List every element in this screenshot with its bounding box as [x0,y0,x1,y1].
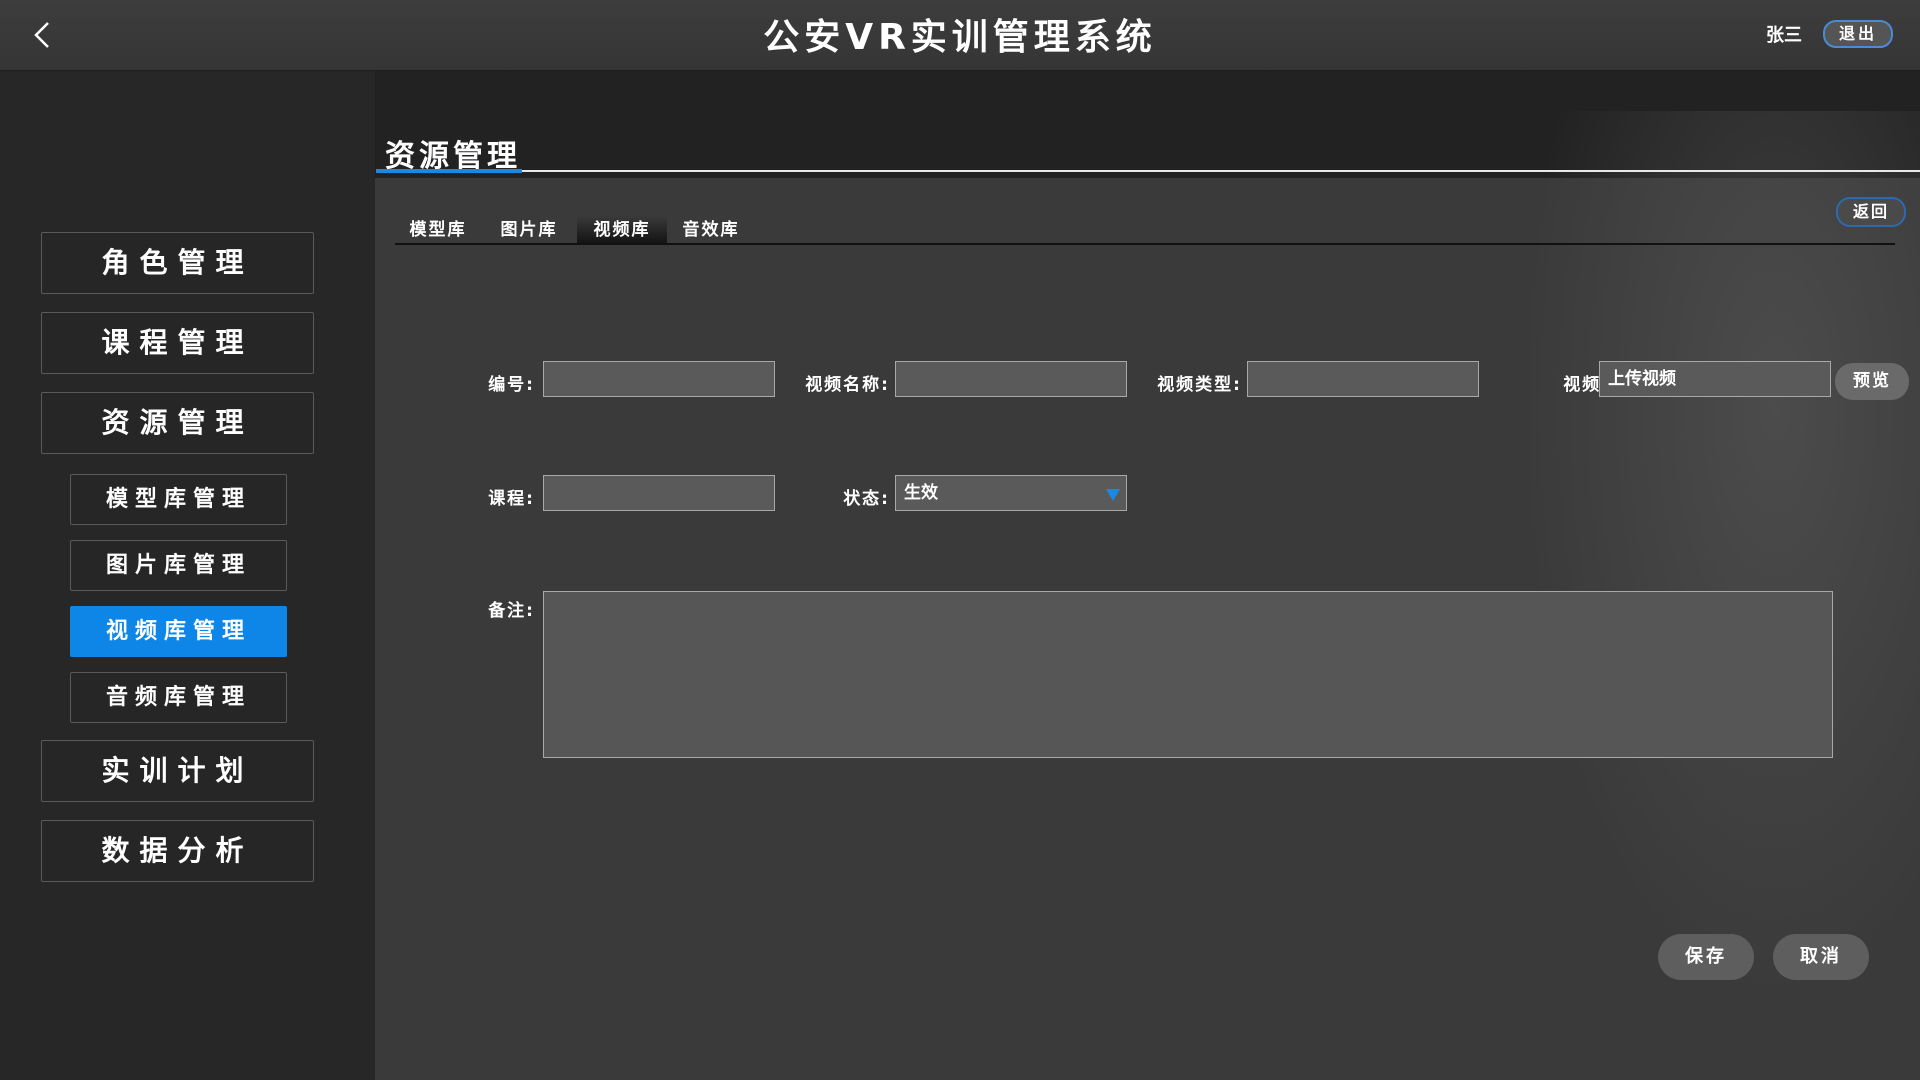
main-content: 资源管理 返回 模型库 图片库 视频库 音效库 编号: 视频名称: 视频类型: … [375,71,1920,1080]
tab-video-library[interactable]: 视频库 [577,216,667,245]
tabs-divider [395,243,1895,245]
video-upload-field[interactable]: 上传视频 [1599,361,1831,397]
menu-data-analysis[interactable]: 数据分析 [41,820,314,882]
submenu-audio-library[interactable]: 音频库管理 [70,672,287,723]
cancel-button[interactable]: 取消 [1773,934,1869,980]
tab-model-library[interactable]: 模型库 [395,216,481,245]
top-bar: 公安VR实训管理系统 张三 退出 [0,0,1920,71]
video-name-label: 视频名称: [805,375,890,395]
dropdown-arrow-icon [1106,489,1120,501]
status-select-value: 生效 [904,483,938,503]
menu-role-management[interactable]: 角色管理 [41,232,314,294]
status-label: 状态: [843,489,890,509]
submenu-video-library[interactable]: 视频库管理 [70,606,287,657]
video-type-input[interactable] [1247,361,1479,397]
app-title: 公安VR实训管理系统 [763,17,1157,58]
remark-textarea[interactable] [543,591,1833,758]
tab-image-library[interactable]: 图片库 [486,216,572,245]
id-label: 编号: [488,375,535,395]
id-input[interactable] [543,361,775,397]
save-button[interactable]: 保存 [1658,934,1754,980]
section-title-underline [376,169,522,173]
preview-button[interactable]: 预览 [1835,363,1909,400]
submenu-image-library[interactable]: 图片库管理 [70,540,287,591]
section-divider [522,170,1920,172]
video-type-label: 视频类型: [1157,375,1242,395]
sidebar: 角色管理 课程管理 资源管理 模型库管理 图片库管理 视频库管理 音频库管理 实… [0,71,375,1080]
course-label: 课程: [488,489,535,509]
course-input[interactable] [543,475,775,511]
status-select[interactable]: 生效 [895,475,1127,511]
logout-button[interactable]: 退出 [1823,20,1893,48]
user-name: 张三 [1766,25,1802,46]
menu-resource-management[interactable]: 资源管理 [41,392,314,454]
return-button[interactable]: 返回 [1836,197,1906,227]
remark-label: 备注: [488,601,535,621]
submenu-model-library[interactable]: 模型库管理 [70,474,287,525]
video-name-input[interactable] [895,361,1127,397]
menu-course-management[interactable]: 课程管理 [41,312,314,374]
menu-training-plan[interactable]: 实训计划 [41,740,314,802]
tab-sound-library[interactable]: 音效库 [668,216,754,245]
